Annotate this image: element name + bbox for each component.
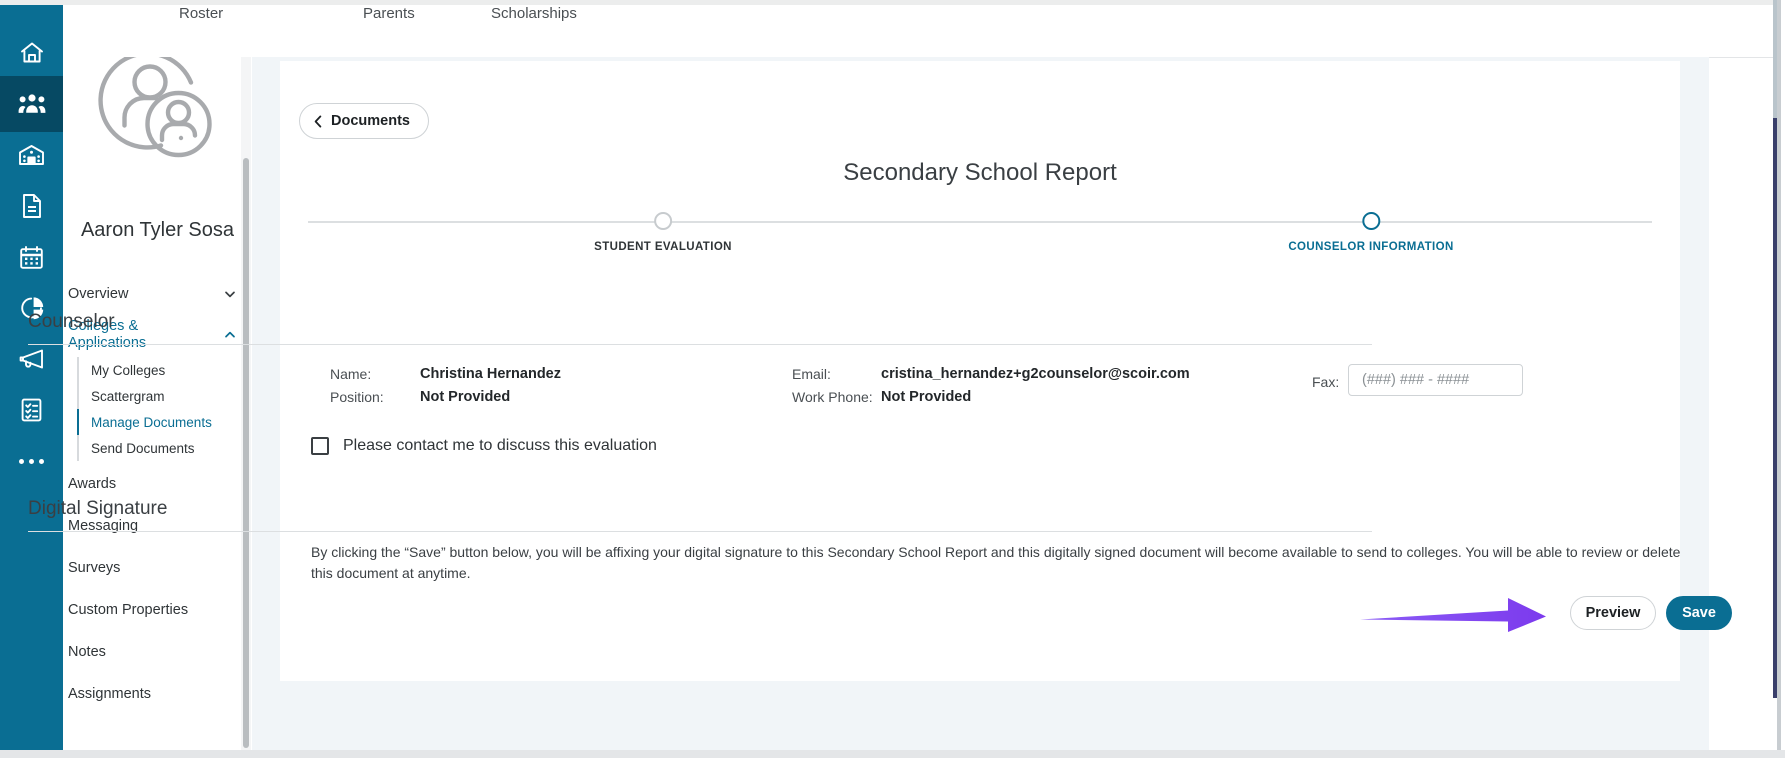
window-right-margin [1781,0,1785,758]
avatar [63,57,252,182]
tab-scholarships[interactable]: Scholarships [491,5,577,22]
save-button[interactable]: Save [1666,596,1732,630]
sidebar-item-notes[interactable]: Notes [63,633,252,671]
chevron-left-icon [314,115,322,127]
sidebar-item-my-colleges[interactable]: My Colleges [79,357,252,383]
report-stepper: STUDENT EVALUATION COUNSELOR INFORMATION [308,204,1652,264]
step-label: STUDENT EVALUATION [594,241,732,253]
primary-nav-rail [0,5,63,753]
student-name: Aaron Tyler Sosa [80,219,235,241]
counselor-section-divider [28,344,1372,345]
rail-item-calendar[interactable] [0,229,63,285]
sidebar-sublist-colleges: My Colleges Scattergram Manage Documents… [77,357,252,461]
sidebar-item-send-documents[interactable]: Send Documents [79,435,252,461]
contact-me-label: Please contact me to discuss this evalua… [343,437,657,454]
back-to-documents-button[interactable]: Documents [299,103,429,139]
announcements-icon [18,347,45,371]
sidebar-item-surveys[interactable]: Surveys [63,549,252,587]
sidebar-item-label: Awards [68,475,117,492]
sidebar-subitem-label: Scattergram [91,388,165,404]
sidebar-item-label: Overview [68,285,129,302]
student-nav-panel: Aaron Tyler Sosa Overview Colleges & App… [63,57,253,753]
more-icon [19,458,44,464]
app-root: Roster Parents Scholarships Aaron Tyler … [0,0,1785,758]
back-button-label: Documents [331,113,410,129]
counselor-fax-label: Fax: [1312,374,1340,390]
student-nav-scrollbar-thumb[interactable] [243,158,249,748]
counselor-email-value: cristina_hernandez+g2counselor@scoir.com [881,366,1190,382]
rail-item-documents[interactable] [0,178,63,234]
step-label: COUNSELOR INFORMATION [1288,241,1454,253]
calendar-icon [19,245,44,270]
sidebar-item-overview[interactable]: Overview [63,275,252,313]
tab-roster[interactable]: Roster [179,5,223,22]
counselor-section-heading: Counselor [28,311,115,332]
rail-item-home[interactable] [0,25,63,81]
contact-me-checkbox[interactable] [311,437,329,455]
sidebar-item-scattergram[interactable]: Scattergram [79,383,252,409]
contact-me-checkbox-row[interactable]: Please contact me to discuss this evalua… [311,437,657,455]
window-right-edge-lower [1773,118,1777,698]
rail-item-announcements[interactable] [0,331,63,387]
step-dot[interactable] [654,212,672,230]
counselor-position-label: Position: [330,389,384,405]
sidebar-item-label: Custom Properties [68,601,189,618]
students-icon [18,92,46,116]
home-icon [19,40,45,66]
student-avatar-icon [95,57,220,176]
digital-signature-body: By clicking the “Save” button below, you… [311,544,1681,581]
main-content: Documents Secondary School Report STUDEN… [252,57,1709,753]
step-dot[interactable] [1361,212,1380,230]
student-nav-list: Overview Colleges & Applications My Coll… [63,275,252,713]
sidebar-item-label: Notes [68,643,106,660]
top-tab-bar: Roster Parents Scholarships [63,5,1777,58]
preview-button[interactable]: Preview [1570,596,1656,630]
sidebar-item-label: Surveys [68,559,121,576]
rail-item-tasks[interactable] [0,382,63,438]
step-student-evaluation[interactable]: STUDENT EVALUATION [594,204,732,253]
sidebar-item-custom-properties[interactable]: Custom Properties [63,591,252,629]
documents-icon [21,193,43,219]
counselor-work-phone-label: Work Phone: [792,389,873,405]
sidebar-subitem-label: Manage Documents [91,414,212,430]
school-icon [18,143,45,167]
window-right-edge-upper [1773,0,1777,118]
step-counselor-information[interactable]: COUNSELOR INFORMATION [1288,204,1453,253]
page-title: Secondary School Report [843,159,1117,186]
counselor-work-phone-value: Not Provided [881,389,972,405]
digital-signature-heading: Digital Signature [28,498,168,519]
counselor-email-label: Email: [792,366,831,382]
tab-parents[interactable]: Parents [363,5,415,22]
chevron-down-icon [225,291,235,298]
sidebar-subitem-label: My Colleges [91,362,166,378]
sidebar-item-assignments[interactable]: Assignments [63,675,252,713]
rail-item-more[interactable] [0,433,63,489]
counselor-position-value: Not Provided [420,389,511,405]
tasks-icon [20,397,43,423]
fax-input[interactable] [1348,364,1523,396]
counselor-name-label: Name: [330,366,372,382]
counselor-name-value: Christina Hernandez [420,366,561,382]
rail-item-school[interactable] [0,127,63,183]
sidebar-item-label: Assignments [68,685,152,702]
sidebar-subitem-label: Send Documents [91,440,195,456]
sidebar-item-manage-documents[interactable]: Manage Documents [77,409,252,435]
window-bottom-edge [0,750,1785,758]
digital-signature-divider [28,531,1372,532]
rail-item-students[interactable] [0,76,63,132]
